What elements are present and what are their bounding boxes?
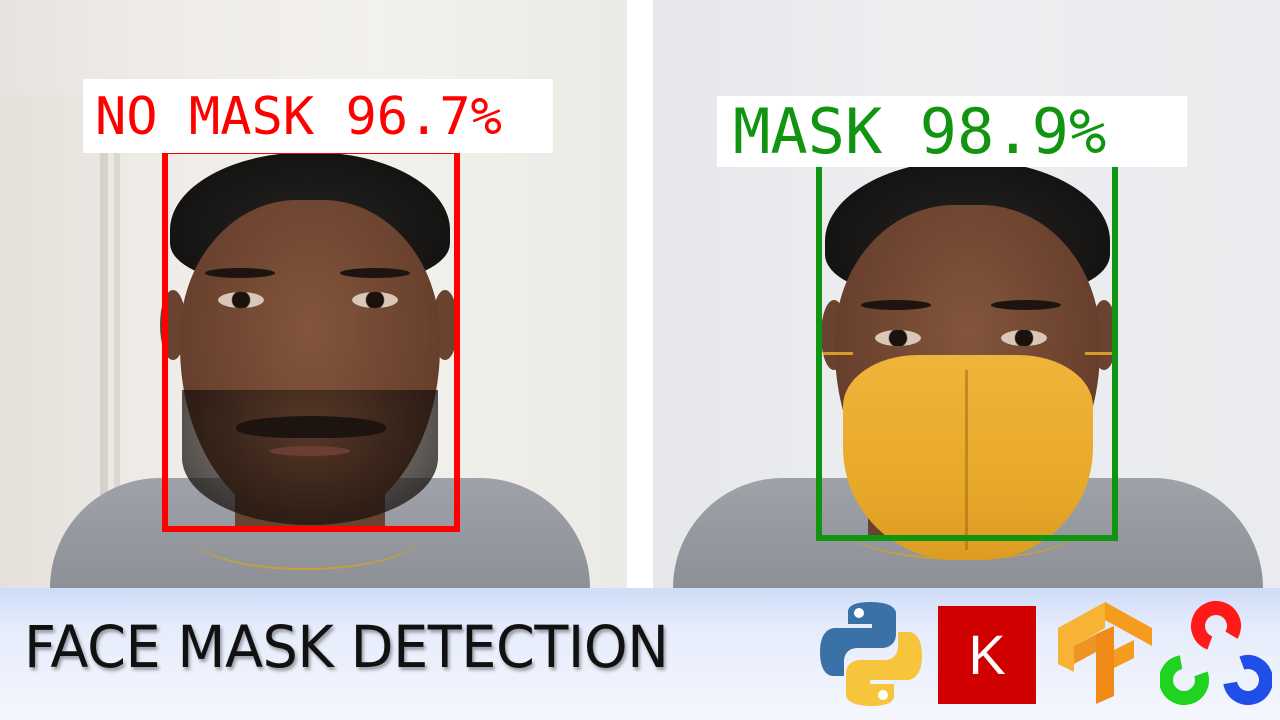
keras-icon: K (938, 606, 1036, 704)
tensorflow-icon (1058, 602, 1152, 704)
python-icon (820, 602, 922, 706)
panel-divider (627, 0, 653, 588)
opencv-icon (1160, 601, 1272, 705)
detection-label-no-mask: NO MASK 96.7% (83, 79, 553, 153)
detection-label-mask: MASK 98.9% (717, 96, 1187, 167)
banner-title: FACE MASK DETECTION (24, 613, 669, 681)
bounding-box-mask (816, 156, 1118, 541)
bounding-box-no-mask (162, 148, 460, 532)
